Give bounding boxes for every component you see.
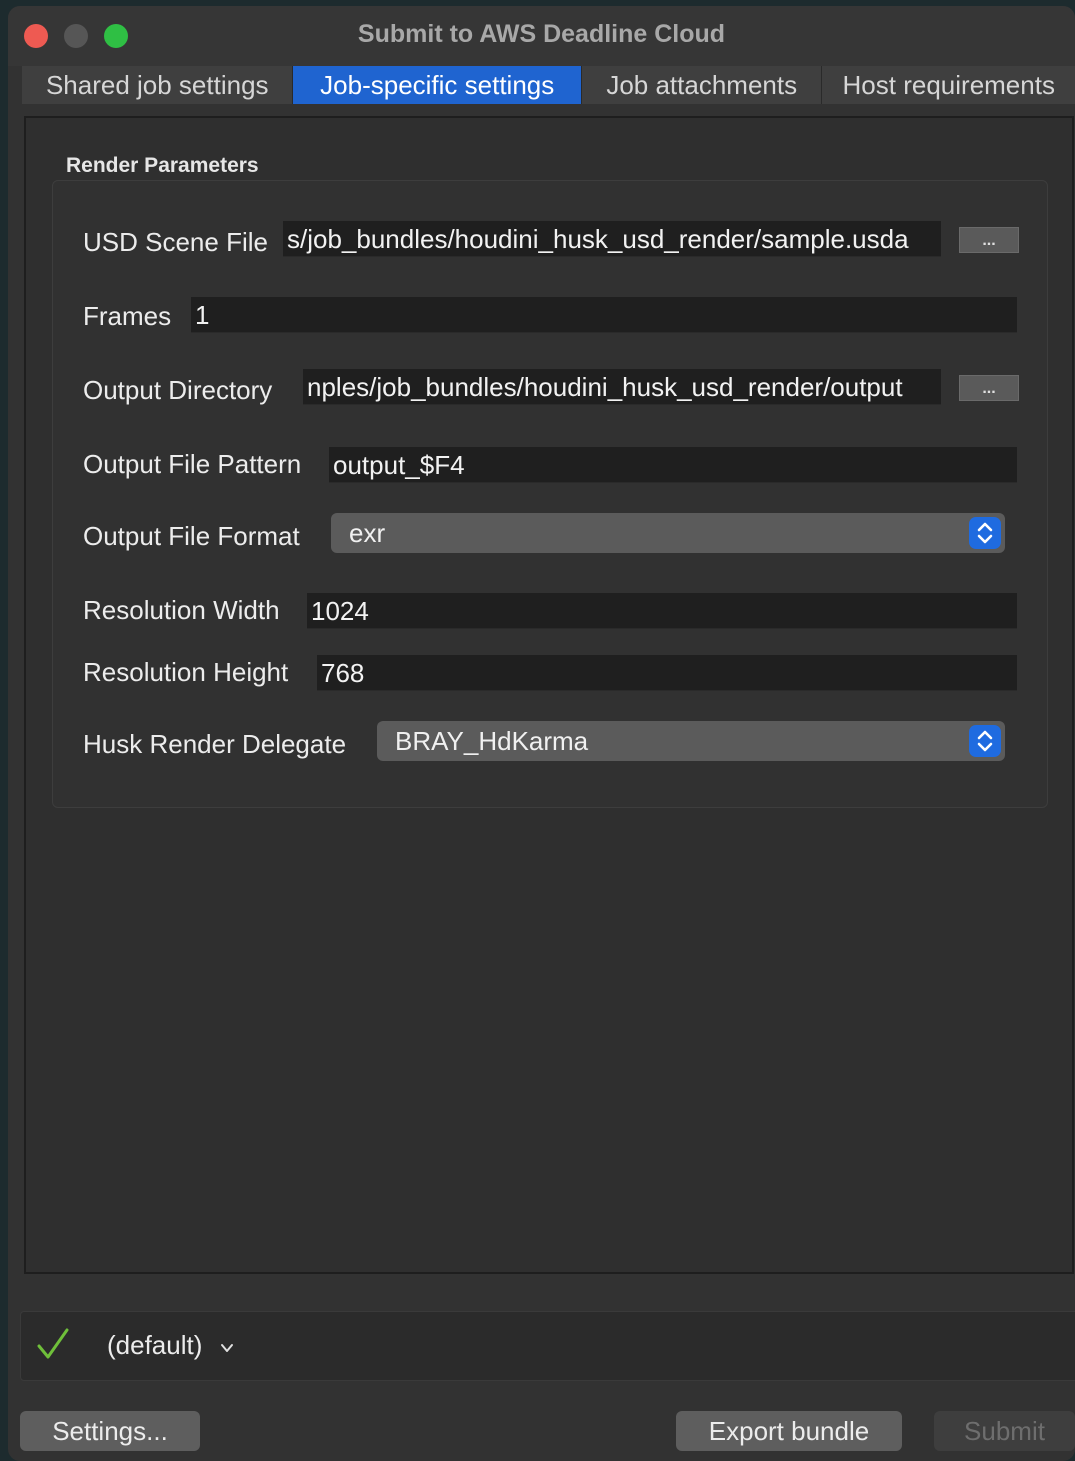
output-file-pattern-input[interactable]: output_$F4 (329, 447, 1017, 483)
husk-render-delegate-label: Husk Render Delegate (83, 729, 347, 759)
tab-host-requirements[interactable]: Host requirements (822, 66, 1075, 104)
checkmark-icon (35, 1324, 71, 1364)
husk-render-delegate-value: BRAY_HdKarma (395, 726, 589, 756)
usd-scene-file-input[interactable]: s/job_bundles/houdini_husk_usd_render/sa… (283, 221, 941, 257)
tab-shared-job-settings[interactable]: Shared job settings (22, 66, 294, 104)
output-directory-label: Output Directory (83, 375, 273, 405)
storage-profile-bar: (default) (20, 1311, 1075, 1381)
output-directory-input[interactable]: nples/job_bundles/houdini_husk_usd_rende… (303, 369, 941, 405)
tab-content-panel: Render Parameters USD Scene File s/job_b… (24, 116, 1074, 1274)
output-file-pattern-label: Output File Pattern (83, 449, 302, 479)
updown-chevron-icon (969, 517, 1001, 549)
usd-scene-file-value: s/job_bundles/houdini_husk_usd_render/sa… (287, 224, 909, 254)
usd-scene-file-browse-button[interactable]: ... (959, 227, 1019, 253)
output-file-format-select[interactable]: exr (331, 513, 1005, 553)
settings-button[interactable]: Settings... (20, 1411, 200, 1451)
profile-dropdown[interactable]: (default) (107, 1330, 202, 1361)
updown-chevron-icon (969, 725, 1001, 757)
resolution-height-label: Resolution Height (83, 657, 289, 687)
resolution-height-input[interactable]: 768 (317, 655, 1017, 691)
render-parameters-group: USD Scene File s/job_bundles/houdini_hus… (52, 180, 1048, 808)
chevron-down-icon[interactable] (220, 1341, 234, 1353)
output-directory-browse-button[interactable]: ... (959, 375, 1019, 401)
render-parameters-title: Render Parameters (66, 154, 259, 177)
output-directory-value: nples/job_bundles/houdini_husk_usd_rende… (307, 372, 903, 402)
tab-job-attachments[interactable]: Job attachments (581, 66, 823, 104)
window-title: Submit to AWS Deadline Cloud (357, 20, 726, 48)
usd-scene-file-label: USD Scene File (83, 227, 268, 257)
tab-bar: Shared job settings Job-specific setting… (22, 66, 1075, 106)
title-bar: Submit to AWS Deadline Cloud (8, 6, 1075, 66)
tab-job-specific-settings[interactable]: Job-specific settings (293, 66, 582, 104)
frames-input[interactable]: 1 (191, 297, 1017, 333)
submit-button[interactable]: Submit (934, 1411, 1075, 1451)
frames-label: Frames (83, 301, 172, 331)
output-file-format-value: exr (349, 518, 386, 548)
resolution-width-input[interactable]: 1024 (307, 593, 1017, 629)
husk-render-delegate-select[interactable]: BRAY_HdKarma (377, 721, 1005, 761)
submit-dialog: Submit to AWS Deadline Cloud Shared job … (8, 6, 1075, 1461)
output-file-format-label: Output File Format (83, 521, 300, 551)
export-bundle-button[interactable]: Export bundle (676, 1411, 902, 1451)
resolution-width-label: Resolution Width (83, 595, 280, 625)
